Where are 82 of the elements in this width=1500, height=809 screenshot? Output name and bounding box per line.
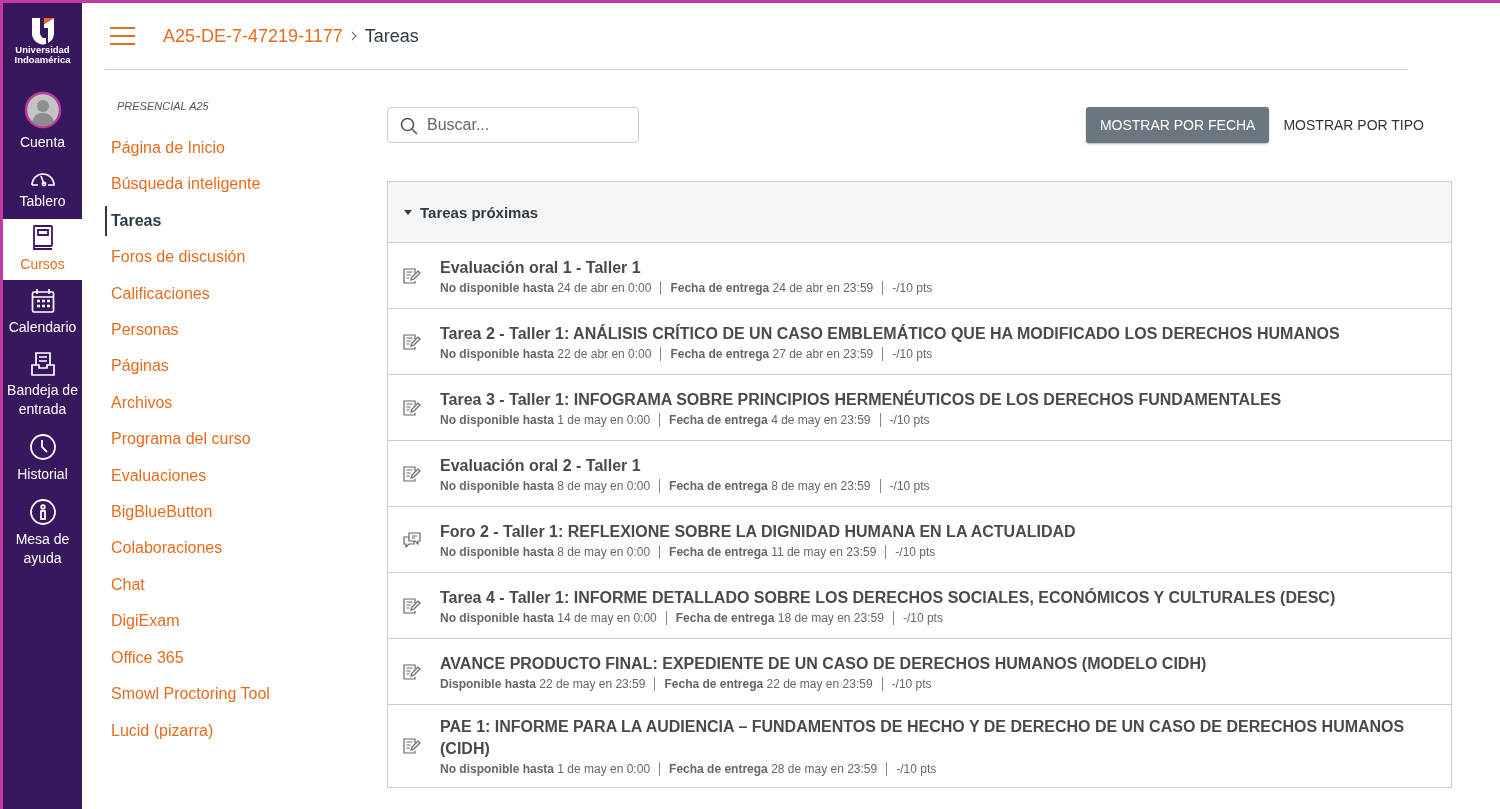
due-date-text: Fecha de entrega 4 de may en 23:59 <box>659 412 880 427</box>
search-field[interactable]: Buscar... <box>387 107 639 143</box>
course-nav-link[interactable]: DigiExam <box>105 606 319 637</box>
points-text: -/10 pts <box>882 346 942 361</box>
due-date-text: Fecha de entrega 18 de may en 23:59 <box>665 610 893 625</box>
course-nav-link[interactable]: Páginas <box>105 351 319 382</box>
availability-text: No disponible hasta 24 de abr en 0:00 <box>440 280 653 295</box>
due-date-text: Fecha de entrega 27 de abr en 23:59 <box>660 346 883 361</box>
due-date-text: Fecha de entrega 28 de may en 23:59 <box>659 762 887 776</box>
assignment-icon <box>403 333 421 350</box>
points-text: -/10 pts <box>885 544 945 559</box>
view-toggle-button[interactable]: MOSTRAR POR TIPO <box>1269 107 1438 143</box>
global-nav-item[interactable]: Calendario <box>3 282 82 343</box>
points-text: -/10 pts <box>881 676 941 691</box>
global-nav-item[interactable]: Cursos <box>3 219 82 280</box>
inbox-icon <box>29 351 56 377</box>
university-name: Universidad Indoamérica <box>14 45 71 65</box>
menu-button[interactable] <box>110 27 135 45</box>
assignment-icon <box>403 597 421 614</box>
assignment-icon <box>403 399 421 416</box>
breadcrumb-current: Tareas <box>364 25 419 47</box>
points-text: -/10 pts <box>886 762 946 776</box>
course-nav-link[interactable]: Lucid (pizarra) <box>105 715 319 746</box>
assignment-title-link[interactable]: Tarea 3 - Taller 1: INFOGRAMA SOBRE PRINCIPIOS HERMENÉUTICOS DE LOS DERECHOS FUNDAMENTALES <box>440 388 1282 411</box>
course-nav-link[interactable]: Chat <box>105 569 319 601</box>
availability-text: No disponible hasta 8 de may en 0:00 <box>440 544 652 559</box>
assignment-title-link[interactable]: Evaluación oral 2 - Taller 1 <box>440 454 939 477</box>
avatar-icon <box>23 91 62 129</box>
course-nav-link[interactable]: Archivos <box>105 387 319 419</box>
calendar-icon <box>30 288 55 314</box>
assignment-title-link[interactable]: Tarea 2 - Taller 1: ANÁLISIS CRÍTICO DE UN CASO EMBLEMÁTICO QUE HA MODIFICADO LOS DERECHOS HUMANOS <box>440 322 1340 345</box>
info-icon <box>28 498 57 526</box>
course-nav-link[interactable]: Colaboraciones <box>105 533 319 564</box>
course-nav-link[interactable]: Evaluaciones <box>105 460 319 492</box>
global-nav-item[interactable]: Mesa de ayuda <box>3 492 82 574</box>
group-header[interactable]: Tareas próximas <box>388 182 1451 243</box>
availability-text: No disponible hasta 8 de may en 0:00 <box>440 478 652 493</box>
assignment-icon <box>403 738 421 754</box>
course-nav-link[interactable]: Programa del curso <box>105 424 319 455</box>
due-date-text: Fecha de entrega 8 de may en 23:59 <box>659 478 880 493</box>
assignment-title-link[interactable]: Tarea 4 - Taller 1: INFORME DETALLADO SOBRE LOS DERECHOS SOCIALES, ECONÓMICOS Y CULTURALES (DESC) <box>440 586 1336 609</box>
due-date-text: Fecha de entrega 24 de abr en 23:59 <box>660 280 883 295</box>
course-nav-link[interactable]: Personas <box>105 315 319 346</box>
course-nav-link[interactable]: Búsqueda inteligente <box>105 169 319 200</box>
availability-text: No disponible hasta 14 de may en 0:00 <box>440 610 658 625</box>
global-nav-item[interactable]: Tablero <box>3 160 82 217</box>
assignment-icon <box>403 663 421 680</box>
course-nav-link[interactable]: Calificaciones <box>105 278 319 310</box>
due-date-text: Fecha de entrega 22 de may en 23:59 <box>654 676 882 691</box>
availability-text: No disponible hasta 1 de may en 0:00 <box>440 412 652 427</box>
availability-text: Disponible hasta 22 de may en 23:59 <box>440 676 647 691</box>
caret-down-icon <box>404 208 412 216</box>
assignment-title-link[interactable]: Evaluación oral 1 - Taller 1 <box>440 256 942 279</box>
due-date-text: Fecha de entrega 11 de may en 23:59 <box>659 544 886 559</box>
discussion-icon <box>403 531 421 548</box>
chevron-icon <box>350 31 357 41</box>
availability-text: No disponible hasta 22 de abr en 0:00 <box>440 346 653 361</box>
course-nav-link[interactable]: Smowl Proctoring Tool <box>105 679 319 710</box>
assignment-icon <box>403 267 421 284</box>
course-nav-link[interactable]: Foros de discusión <box>105 242 319 273</box>
course-nav-link[interactable]: BigBlueButton <box>105 497 319 528</box>
availability-text: No disponible hasta 1 de may en 0:00 <box>440 762 652 776</box>
assignment-icon <box>403 465 421 482</box>
section-label: PRESENCIAL A25 <box>116 100 209 112</box>
view-toggle-button[interactable]: MOSTRAR POR FECHA <box>1085 107 1270 143</box>
assignment-title-link[interactable]: Foro 2 - Taller 1: REFLEXIONE SOBRE LA DIGNIDAD HUMANA EN LA ACTUALIDAD <box>440 520 1076 543</box>
points-text: -/10 pts <box>892 610 952 625</box>
points-text: -/10 pts <box>879 478 939 493</box>
course-nav-link[interactable]: Tareas <box>105 205 319 237</box>
points-text: -/10 pts <box>879 412 939 427</box>
clock-icon <box>28 433 57 461</box>
global-nav-item[interactable]: Cuenta <box>3 85 82 158</box>
assignment-title-link[interactable]: AVANCE PRODUCTO FINAL: EXPEDIENTE DE UN CASO DE DERECHOS HUMANOS (MODELO CIDH) <box>440 652 1207 675</box>
global-nav-item[interactable]: Bandeja de entrada <box>3 345 82 425</box>
assignment-title-link[interactable]: PAE 1: INFORME PARA LA AUDIENCIA – FUNDAMENTOS DE HECHO Y DE DERECHO DE UN CASO DE DERECHOS HUMANOS (CIDH) <box>440 716 1431 760</box>
course-nav-link[interactable]: Página de Inicio <box>105 133 319 164</box>
logo-icon <box>30 17 55 45</box>
course-nav-link[interactable]: Office 365 <box>105 642 319 674</box>
global-nav-item[interactable]: Historial <box>3 427 82 490</box>
breadcrumb-link[interactable]: A25-DE-7-47219-1177 <box>163 25 343 47</box>
book-icon <box>31 225 54 251</box>
points-text: -/10 pts <box>882 280 942 295</box>
